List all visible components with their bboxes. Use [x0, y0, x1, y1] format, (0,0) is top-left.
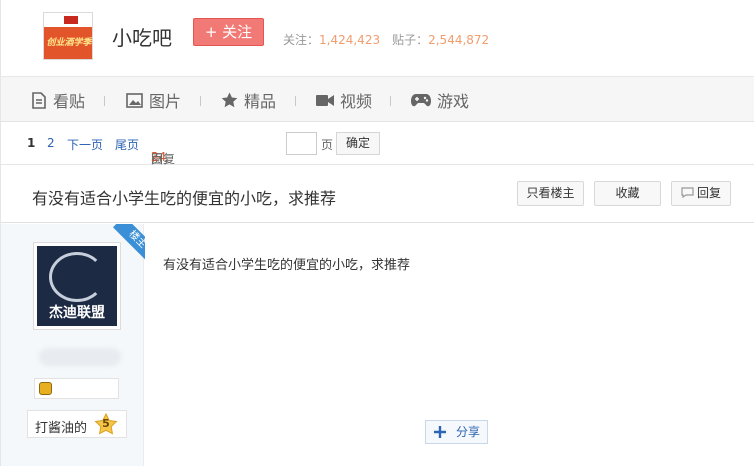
tab-videos[interactable]: 视频	[316, 89, 372, 111]
forum-name[interactable]: 小吃吧	[112, 22, 172, 51]
tab-label: 视频	[340, 92, 373, 111]
followers-count: 1,424,423	[319, 33, 381, 47]
author-panel: 杰迪联盟 楼主 打酱油的 5	[1, 224, 145, 466]
page-2-link[interactable]: 2	[47, 136, 55, 150]
tab-games[interactable]: 游戏	[411, 89, 469, 111]
reply-label: 回复	[696, 186, 721, 200]
tab-images[interactable]: 图片	[126, 89, 181, 111]
page-jump-input[interactable]	[286, 132, 317, 155]
pagination-bar: 1 2 下一页 尾页 34回复贴，共2页，跳到 页 确定	[1, 122, 754, 200]
post-content: 有没有适合小学生吃的便宜的小吃，求推荐	[163, 258, 411, 273]
forum-tabs: 看贴 图片 精品 视频 游戏	[1, 76, 754, 122]
plus-icon	[434, 426, 446, 438]
thread-title-bar: 有没有适合小学生吃的便宜的小吃，求推荐 只看楼主 收藏 回复	[1, 166, 754, 223]
posts-count: 2,544,872	[428, 33, 490, 47]
image-icon	[126, 92, 143, 108]
follow-button[interactable]: + 关注	[193, 18, 264, 46]
logo-text: 创业酒学季	[46, 38, 92, 48]
page-jump-confirm-button[interactable]: 确定	[336, 132, 380, 155]
user-level[interactable]: 打酱油的 5	[27, 410, 127, 438]
username-blurred[interactable]	[39, 348, 121, 366]
favorite-button[interactable]: 收藏	[594, 181, 661, 206]
video-icon	[316, 94, 334, 106]
level-title: 打酱油的	[35, 421, 88, 436]
tab-posts[interactable]: 看贴	[31, 89, 85, 111]
tab-divider	[104, 96, 105, 106]
thread-title: 有没有适合小学生吃的便宜的小吃，求推荐	[32, 189, 337, 208]
tab-divider	[200, 96, 201, 106]
share-label: 分享	[456, 425, 481, 439]
tab-divider	[295, 96, 296, 106]
avatar-caption: 杰迪联盟	[49, 305, 105, 321]
forum-header: 创业酒学季 小吃吧 + 关注 关注：1,424,423 贴子：2,544,872	[1, 0, 754, 76]
only-op-button[interactable]: 只看楼主	[517, 181, 584, 206]
tab-featured[interactable]: 精品	[221, 89, 276, 111]
tab-label: 游戏	[437, 92, 470, 111]
posts-label: 贴子：	[392, 33, 429, 47]
member-badge-icon	[39, 382, 52, 395]
tab-label: 图片	[149, 92, 182, 111]
op-badge-label: 楼主	[112, 224, 145, 262]
star-icon	[221, 92, 238, 108]
gamepad-icon	[411, 94, 431, 107]
last-page-link[interactable]: 尾页	[115, 136, 139, 153]
tab-divider	[390, 96, 391, 106]
next-page-link[interactable]: 下一页	[67, 136, 103, 153]
forum-logo[interactable]: 创业酒学季	[43, 12, 93, 60]
post-floor: 杰迪联盟 楼主 打酱油的 5 有没有适合小学生吃的便宜的小吃，求推荐 分享	[1, 224, 754, 466]
op-badge: 楼主	[107, 224, 145, 262]
followers-label: 关注：	[283, 33, 320, 47]
forum-stats: 关注：1,424,423 贴子：2,544,872	[283, 31, 489, 48]
page-unit: 页	[321, 138, 334, 152]
member-icon-slot	[34, 378, 119, 399]
level-number: 5	[102, 417, 110, 430]
page: 创业酒学季 小吃吧 + 关注 关注：1,424,423 贴子：2,544,872 …	[0, 0, 754, 466]
avatar-image: 杰迪联盟	[37, 246, 117, 326]
share-button[interactable]: 分享	[425, 420, 488, 444]
reply-button[interactable]: 回复	[671, 181, 731, 206]
tab-label: 看贴	[53, 92, 86, 111]
document-icon	[32, 91, 46, 109]
tab-label: 精品	[244, 92, 277, 111]
current-page: 1	[27, 136, 36, 150]
comment-icon	[681, 187, 694, 199]
